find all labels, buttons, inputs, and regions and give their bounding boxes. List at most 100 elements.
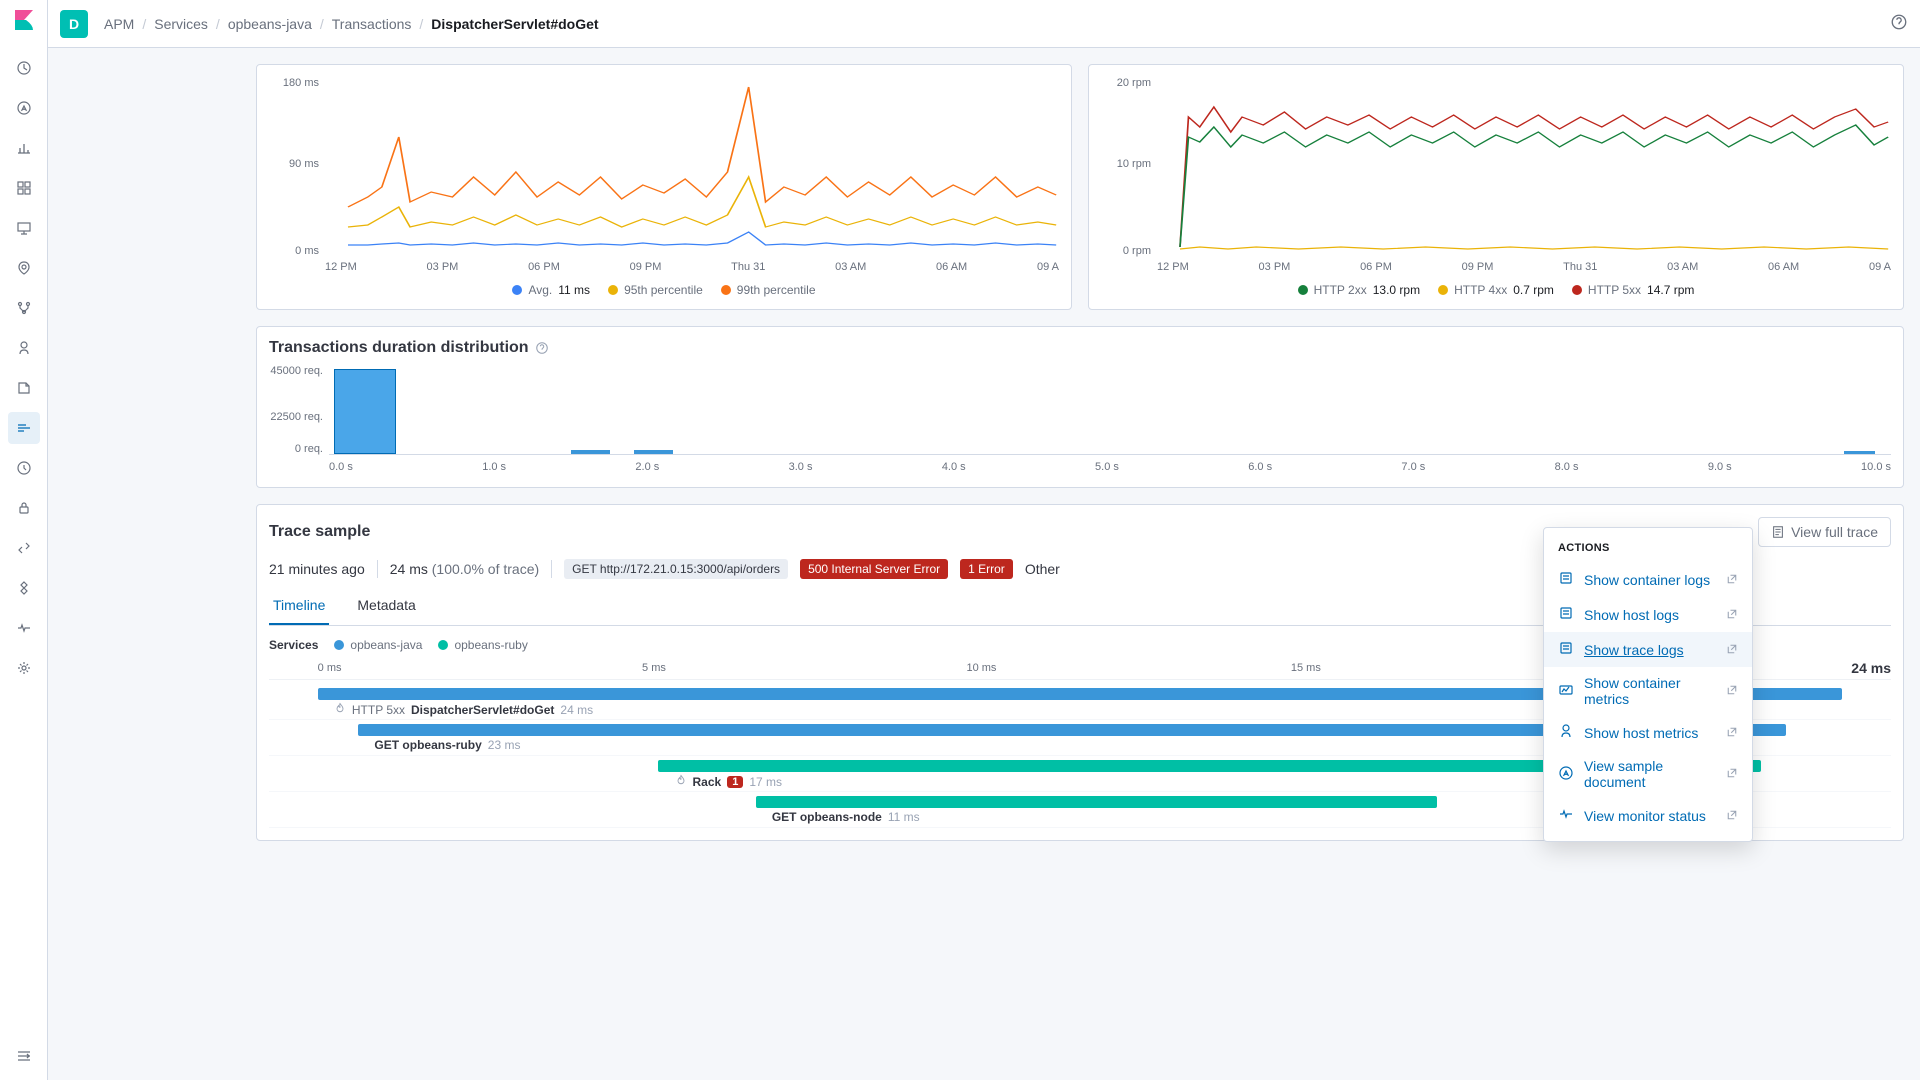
scale-tick: 10 ms: [966, 662, 996, 674]
x-tick: 10.0 s: [1861, 461, 1891, 473]
x-tick: 03 AM: [835, 261, 866, 273]
x-tick: 12 PM: [325, 261, 357, 273]
external-link-icon: [1726, 725, 1738, 741]
canvas-icon[interactable]: [8, 212, 40, 244]
other-label: Other: [1025, 561, 1060, 577]
tab-metadata[interactable]: Metadata: [353, 587, 419, 625]
popover-item[interactable]: View sample document: [1544, 750, 1752, 798]
legend-95p[interactable]: 95th percentile: [608, 283, 703, 297]
dist-bar[interactable]: [634, 450, 673, 454]
scale-total: 24 ms: [1851, 660, 1891, 676]
breadcrumb-services[interactable]: Services: [154, 16, 208, 32]
ml-icon[interactable]: [8, 292, 40, 324]
rpm-chart[interactable]: 20 rpm 10 rpm 0 rpm: [1101, 77, 1891, 257]
uptime-icon[interactable]: [8, 452, 40, 484]
x-tick: 9.0 s: [1708, 461, 1732, 473]
action-icon: [1558, 570, 1574, 589]
trace-duration: 24 ms (100.0% of trace): [390, 561, 539, 577]
help-icon[interactable]: [535, 341, 549, 355]
y-tick: 180 ms: [283, 77, 319, 89]
span-label: GET opbeans-node11 ms: [772, 810, 920, 824]
popover-item[interactable]: Show host metrics: [1544, 715, 1752, 750]
y-tick: 20 rpm: [1117, 77, 1151, 89]
action-icon: [1558, 682, 1574, 701]
metrics-icon[interactable]: [8, 332, 40, 364]
flame-icon: [675, 774, 687, 789]
x-tick: 5.0 s: [1095, 461, 1119, 473]
external-link-icon: [1726, 808, 1738, 824]
distribution-chart[interactable]: 45000 req. 22500 req. 0 req. 0.0 s1.0 s2…: [269, 365, 1891, 475]
actions-popover: ACTIONS Show container logsShow host log…: [1543, 527, 1753, 842]
dist-bar[interactable]: [334, 369, 396, 454]
span-bar: [756, 796, 1437, 808]
x-tick: 06 AM: [936, 261, 967, 273]
popover-item[interactable]: Show container logs: [1544, 562, 1752, 597]
x-tick: 03 PM: [427, 261, 459, 273]
stack-mon-icon[interactable]: [8, 572, 40, 604]
view-full-trace-button[interactable]: View full trace: [1758, 517, 1891, 547]
popover-item[interactable]: Show container metrics: [1544, 667, 1752, 715]
dashboard-icon[interactable]: [8, 172, 40, 204]
logs-icon[interactable]: [8, 372, 40, 404]
x-tick: 09 A: [1037, 261, 1059, 273]
management-icon[interactable]: [8, 652, 40, 684]
legend-4xx[interactable]: HTTP 4xx 0.7 rpm: [1438, 283, 1554, 297]
duration-chart-panel: 180 ms 90 ms 0 ms 12 PM 03 PM 06 PM: [256, 64, 1072, 310]
space-badge[interactable]: D: [60, 10, 88, 38]
scale-tick: 15 ms: [1291, 662, 1321, 674]
legend-5xx[interactable]: HTTP 5xx 14.7 rpm: [1572, 283, 1694, 297]
breadcrumb-transactions[interactable]: Transactions: [332, 16, 412, 32]
popover-item[interactable]: Show trace logs: [1544, 632, 1752, 667]
legend-avg[interactable]: Avg. 11 ms: [512, 283, 590, 297]
breadcrumb-current: DispatcherServlet#doGet: [431, 16, 598, 32]
distribution-title: Transactions duration distribution: [269, 339, 529, 357]
breadcrumb: APM/ Services/ opbeans-java/ Transaction…: [104, 16, 599, 32]
service-ruby[interactable]: opbeans-ruby: [438, 638, 527, 652]
breadcrumb-apm[interactable]: APM: [104, 16, 134, 32]
x-tick: 06 PM: [528, 261, 560, 273]
maps-icon[interactable]: [8, 252, 40, 284]
error-badge[interactable]: 1 Error: [960, 559, 1013, 579]
service-java[interactable]: opbeans-java: [334, 638, 422, 652]
span-label: GET opbeans-ruby23 ms: [374, 738, 520, 752]
status-badge: 500 Internal Server Error: [800, 559, 948, 579]
dist-bar[interactable]: [1844, 451, 1875, 454]
action-icon: [1558, 640, 1574, 659]
siem-icon[interactable]: [8, 492, 40, 524]
http-badge: GET http://172.21.0.15:3000/api/orders: [564, 559, 788, 579]
dev-tools-icon[interactable]: [8, 532, 40, 564]
action-icon: [1558, 765, 1574, 784]
tab-timeline[interactable]: Timeline: [269, 587, 329, 625]
y-tick: 90 ms: [289, 158, 319, 170]
legend-2xx[interactable]: HTTP 2xx 13.0 rpm: [1298, 283, 1420, 297]
x-tick: 09 PM: [1462, 261, 1494, 273]
x-tick: 4.0 s: [942, 461, 966, 473]
sidebar: [0, 0, 48, 1080]
visualize-icon[interactable]: [8, 132, 40, 164]
discover-icon[interactable]: [8, 92, 40, 124]
x-tick: 8.0 s: [1555, 461, 1579, 473]
breadcrumb-service-name[interactable]: opbeans-java: [228, 16, 312, 32]
header: D APM/ Services/ opbeans-java/ Transacti…: [48, 0, 1920, 48]
x-tick: 1.0 s: [482, 461, 506, 473]
span-label: Rack117 ms: [675, 774, 783, 789]
popover-item[interactable]: View monitor status: [1544, 798, 1752, 833]
flame-icon: [334, 702, 346, 717]
duration-chart[interactable]: 180 ms 90 ms 0 ms: [269, 77, 1059, 257]
popover-item[interactable]: Show host logs: [1544, 597, 1752, 632]
help-icon[interactable]: [1890, 13, 1908, 34]
error-count-badge: 1: [727, 776, 743, 788]
trace-sample-panel: Trace sample Actions View full trace 21 …: [256, 504, 1904, 841]
legend-99p[interactable]: 99th percentile: [721, 283, 816, 297]
apm-icon[interactable]: [8, 412, 40, 444]
x-tick: Thu 31: [731, 261, 765, 273]
x-tick: 7.0 s: [1401, 461, 1425, 473]
x-tick: 3.0 s: [789, 461, 813, 473]
dist-bar[interactable]: [571, 450, 610, 454]
heartbeat-icon[interactable]: [8, 612, 40, 644]
y-tick: 0 rpm: [1123, 245, 1151, 257]
collapse-icon[interactable]: [8, 1040, 40, 1072]
recent-icon[interactable]: [8, 52, 40, 84]
x-tick: 2.0 s: [635, 461, 659, 473]
kibana-logo-icon[interactable]: [12, 8, 36, 32]
